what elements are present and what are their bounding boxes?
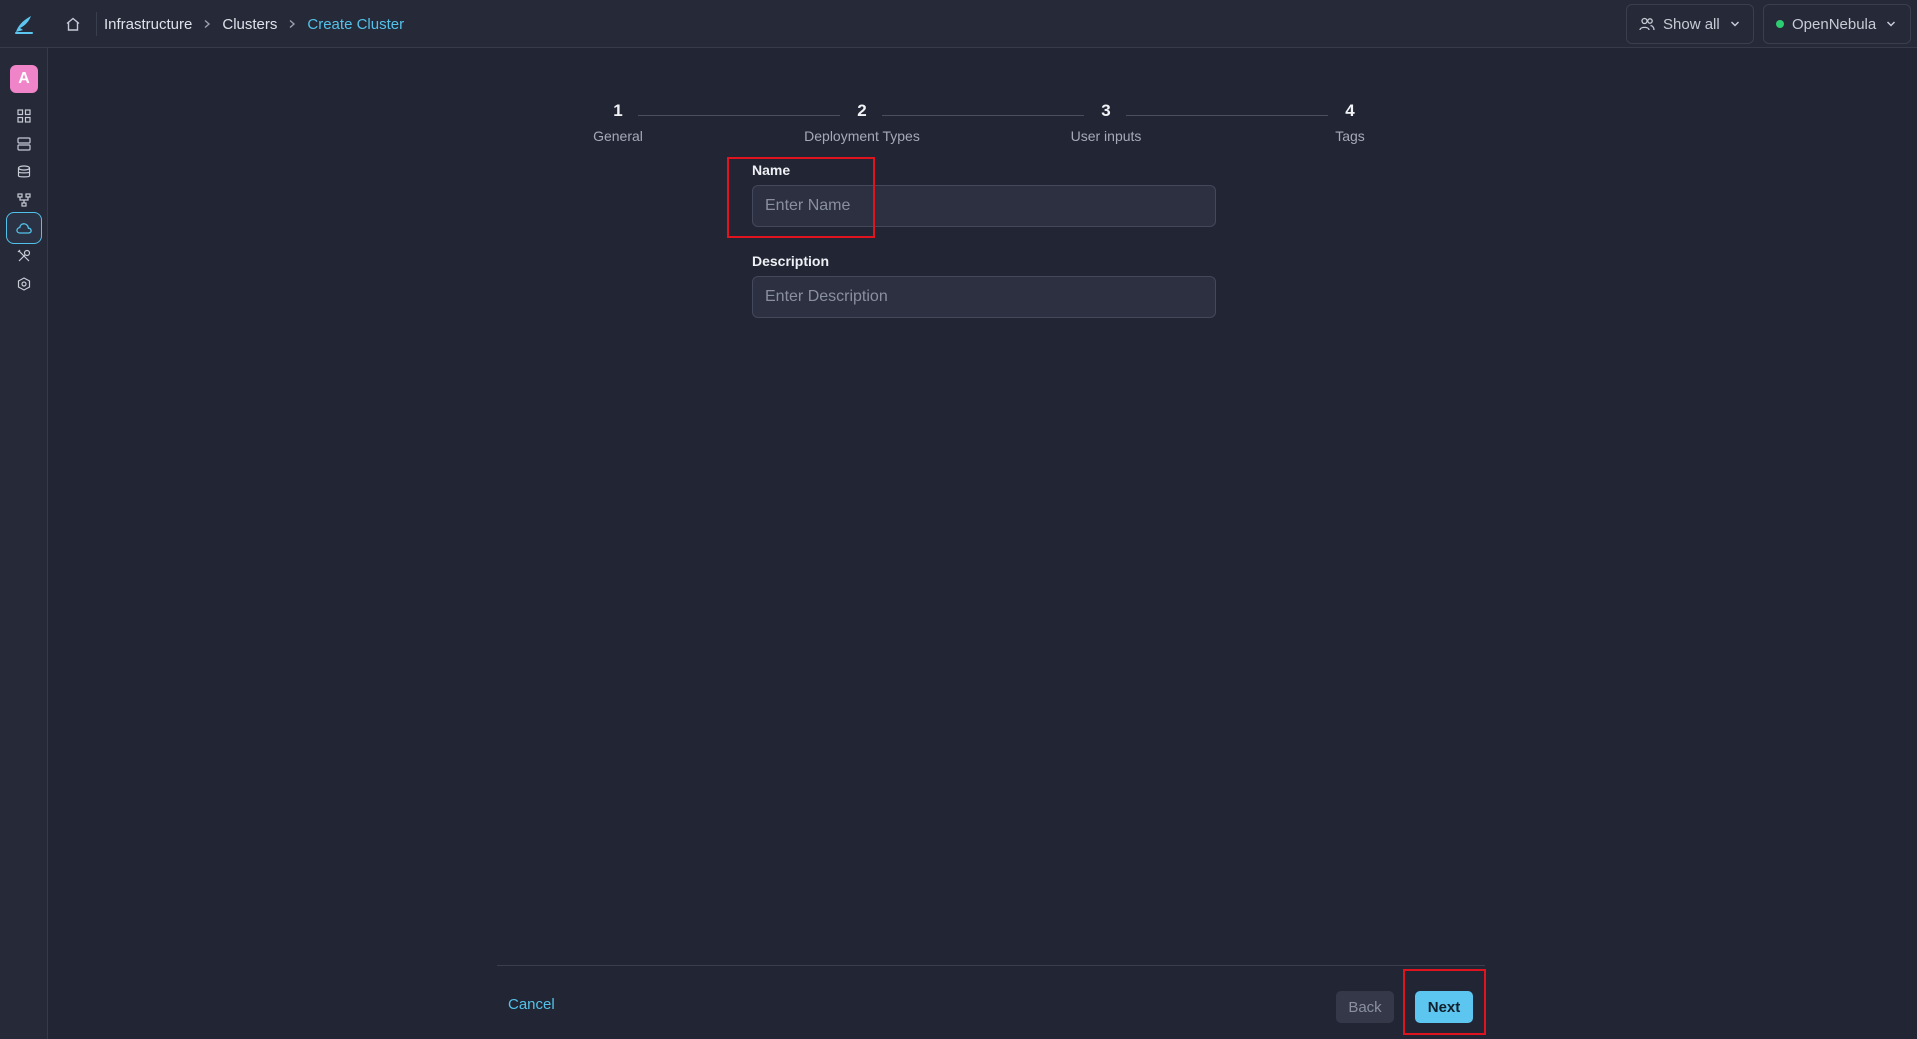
zone-dropdown[interactable]: OpenNebula [1763, 4, 1911, 44]
home-icon[interactable] [60, 12, 86, 36]
back-button[interactable]: Back [1336, 991, 1394, 1023]
group-filter-dropdown[interactable]: Show all [1626, 4, 1754, 44]
storage-icon[interactable] [6, 159, 42, 185]
footer-divider [497, 965, 1485, 966]
step-deployment-types[interactable]: 2 Deployment Types [782, 100, 942, 144]
chevron-right-icon [202, 19, 212, 29]
chevron-down-icon [1730, 19, 1740, 29]
topbar-divider [96, 12, 97, 36]
breadcrumb-infrastructure[interactable]: Infrastructure [104, 16, 192, 33]
system-hexagon-icon[interactable] [6, 271, 42, 297]
step-number: 2 [857, 101, 867, 120]
name-input[interactable] [752, 185, 1216, 227]
network-topology-icon[interactable] [6, 187, 42, 213]
zone-label: OpenNebula [1792, 15, 1877, 33]
breadcrumb-clusters[interactable]: Clusters [222, 16, 277, 33]
step-label: Tags [1335, 128, 1365, 144]
chevron-down-icon [1886, 19, 1896, 29]
top-bar: Infrastructure Clusters Create Cluster S… [0, 0, 1917, 48]
opennebula-logo-icon[interactable] [12, 12, 36, 36]
group-filter-label: Show all [1663, 15, 1720, 33]
step-label: Deployment Types [804, 128, 920, 144]
breadcrumb: Infrastructure Clusters Create Cluster [104, 0, 404, 48]
zone-status-dot [1776, 20, 1784, 28]
cancel-button[interactable]: Cancel [508, 996, 555, 1013]
step-number: 1 [613, 101, 623, 120]
user-avatar[interactable]: A [10, 65, 38, 93]
next-button[interactable]: Next [1415, 991, 1473, 1023]
sidebar: A [0, 48, 48, 1039]
tools-icon[interactable] [6, 243, 42, 269]
step-tags[interactable]: 4 Tags [1270, 100, 1430, 144]
description-label: Description [752, 253, 830, 269]
name-label: Name [752, 162, 791, 178]
step-label: User inputs [1070, 128, 1142, 144]
step-general[interactable]: 1 General [538, 100, 698, 144]
chevron-right-icon [287, 19, 297, 29]
step-number: 3 [1101, 101, 1111, 120]
breadcrumb-current: Create Cluster [307, 15, 405, 33]
description-input[interactable] [752, 276, 1216, 318]
step-number: 4 [1345, 101, 1355, 120]
step-label: General [593, 128, 643, 144]
cloud-icon[interactable] [6, 212, 42, 244]
wizard-stepper: 1 General 2 Deployment Types 3 User inpu… [0, 100, 1917, 160]
step-user-inputs[interactable]: 3 User inputs [1026, 100, 1186, 144]
users-icon [1639, 17, 1655, 31]
